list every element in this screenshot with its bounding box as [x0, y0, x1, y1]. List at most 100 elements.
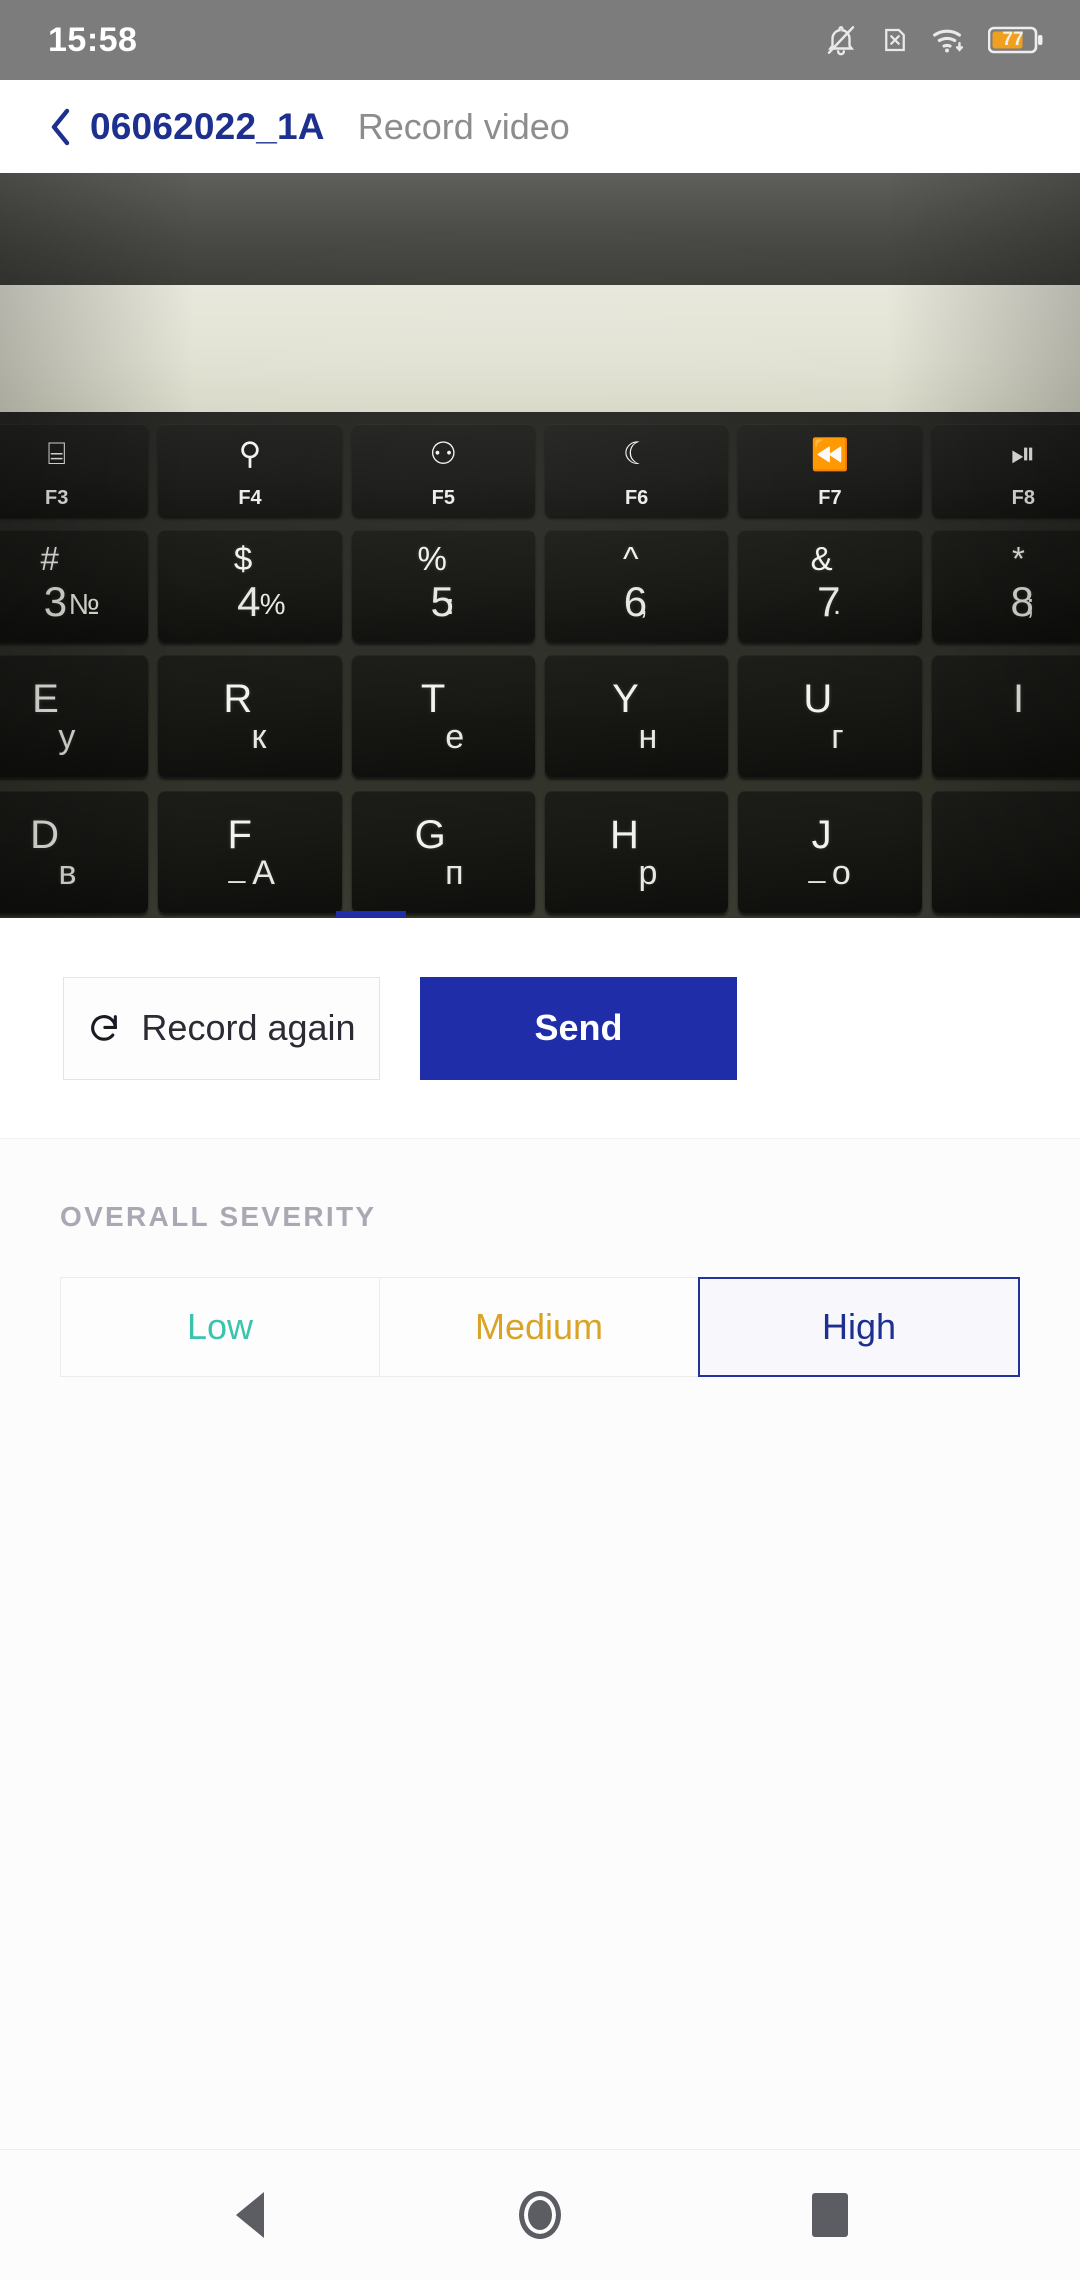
severity-option-low-label: Low — [186, 1306, 254, 1347]
keyboard-key: ^ 6, — [544, 530, 729, 642]
keyboard-key: Dв — [0, 791, 149, 913]
app-root: 15:58 77 06062022_1A Record video ⌸ F3 ⚲… — [0, 0, 1080, 2280]
keyboard-key: #3 № — [0, 530, 149, 642]
keyboard-qwerty-row: Eу Rк Tе Yн Uг I — [0, 655, 1080, 777]
keyboard-key-number: 4 — [237, 578, 261, 625]
keyboard-key-cyrillic: е — [445, 718, 465, 756]
laptop-lid-light — [0, 285, 1080, 412]
keyboard-body: ⌸ F3 ⚲ F4 ⚇ F5 ☾ F6 ⏪ F7 ⏯ F8 #3 № $4%% 5: ^ 6, & 7. * 8; Eу… — [0, 412, 1080, 918]
keyboard-key: ☾ F6 — [544, 424, 729, 516]
record-again-button[interactable]: Record again — [63, 976, 380, 1080]
keyboard-key-alt: : — [446, 589, 455, 621]
keyboard-key-latin: Y — [612, 677, 639, 721]
keyboard-key-fn-label: F5 — [431, 487, 455, 509]
sim-card-disabled-icon — [880, 25, 910, 55]
keyboard-key-fn-label: F7 — [818, 487, 842, 509]
moon-icon: ☾ — [622, 436, 651, 471]
keyboard-key: Gп — [351, 791, 535, 913]
keyboard-key-latin: H — [610, 813, 639, 857]
keyboard-key: I — [931, 655, 1080, 777]
keyboard-key-latin: G — [414, 813, 446, 857]
severity-option-high[interactable]: High — [698, 1277, 1020, 1377]
keyboard-key: Jо _ — [738, 791, 922, 913]
wifi-icon — [932, 25, 966, 55]
page-title[interactable]: 06062022_1A — [90, 106, 325, 148]
severity-option-medium[interactable]: Medium — [379, 1277, 698, 1377]
keyboard-key: ⌸ F3 — [0, 424, 149, 516]
battery-level-text: 77 — [1002, 29, 1024, 50]
keyboard-key-alt: . — [833, 589, 842, 621]
page-subtitle: Record video — [357, 105, 570, 147]
laptop-lid-dark — [0, 173, 1080, 285]
severity-option-low[interactable]: Low — [60, 1277, 379, 1377]
keyboard-function-row: ⌸ F3 ⚲ F4 ⚇ F5 ☾ F6 ⏪ F7 ⏯ F8 — [0, 424, 1080, 516]
keyboard-key-symbol: ^ — [623, 540, 639, 577]
keyboard-key-symbol: # — [40, 540, 59, 577]
play-icon[interactable] — [336, 911, 406, 918]
keyboard-key-cyrillic: к — [251, 718, 267, 756]
keyboard-key-underscore: _ — [808, 851, 826, 884]
battery-icon: 77 — [988, 25, 1044, 55]
home-circle — [519, 2191, 561, 2239]
search-icon: ⚲ — [238, 436, 262, 471]
record-again-label: Record again — [141, 1007, 356, 1048]
keyboard-key: % 5: — [351, 530, 535, 642]
keyboard-key-symbol: * — [1011, 540, 1025, 577]
keyboard-key-cyrillic: в — [58, 854, 77, 892]
keyboard-key-cyrillic: г — [831, 718, 844, 756]
keyboard-key-underscore: _ — [228, 851, 246, 884]
keyboard-key-symbol: % — [417, 540, 447, 577]
keyboard-key-latin: I — [1013, 677, 1025, 721]
severity-selector: Low Medium High — [60, 1277, 1020, 1377]
keyboard-key-fn-label: F4 — [238, 487, 262, 509]
keyboard-key-latin: R — [223, 677, 253, 721]
keyboard-key-cyrillic: н — [638, 718, 658, 756]
keyboard-key: F А _ — [158, 791, 342, 913]
status-bar-icons: 77 — [824, 23, 1044, 57]
keyboard-key-alt: № — [68, 589, 100, 621]
keyboard-key-symbol: $ — [233, 540, 253, 577]
video-preview[interactable]: ⌸ F3 ⚲ F4 ⚇ F5 ☾ F6 ⏪ F7 ⏯ F8 #3 № $4%% 5: ^ 6, & 7. * 8; Eу… — [0, 173, 1080, 918]
severity-section: OVERALL SEVERITY Low Medium High — [0, 1139, 1080, 2149]
keyboard-key — [931, 791, 1080, 913]
keyboard-key: ⏪ F7 — [738, 424, 922, 516]
recents-square — [812, 2193, 848, 2237]
keyboard-number-row: #3 № $4%% 5: ^ 6, & 7. * 8; — [0, 530, 1080, 642]
keyboard-key: * 8; — [931, 530, 1080, 642]
keyboard-key: ⚇ F5 — [351, 424, 535, 516]
keyboard-key-cyrillic: п — [445, 854, 464, 892]
action-bar: Record again Send — [0, 918, 1080, 1138]
refresh-icon — [87, 1011, 121, 1045]
send-button[interactable]: Send — [420, 976, 737, 1080]
square-recents-icon[interactable] — [785, 2170, 875, 2260]
keyboard-key-number: 3 — [43, 578, 68, 625]
circle-home-icon[interactable] — [495, 2170, 585, 2260]
severity-option-high-label: High — [821, 1306, 897, 1347]
mission-control-icon: ⌸ — [47, 436, 66, 471]
keyboard-key: Hр — [544, 791, 729, 913]
keyboard-key-alt: ; — [1026, 589, 1035, 621]
keyboard-key-cyrillic: р — [638, 854, 658, 892]
keyboard-key-alt: , — [639, 589, 648, 621]
status-bar: 15:58 77 — [0, 0, 1080, 80]
keyboard-key-latin: E — [32, 677, 59, 721]
keyboard-key-fn-label: F3 — [44, 487, 69, 509]
rewind-icon: ⏪ — [810, 437, 850, 472]
keyboard-key: ⏯ F8 — [931, 424, 1080, 516]
keyboard-key: Eу — [0, 655, 149, 777]
keyboard-key-cyrillic: у — [58, 718, 76, 756]
severity-section-label: OVERALL SEVERITY — [60, 1201, 377, 1232]
android-navigation-bar — [0, 2150, 1080, 2280]
keyboard-key-latin: T — [420, 677, 446, 721]
severity-option-medium-label: Medium — [474, 1306, 604, 1347]
microphone-icon: ⚇ — [429, 436, 458, 471]
chevron-left-icon[interactable] — [46, 107, 76, 147]
bell-muted-icon — [824, 23, 858, 57]
triangle-back-icon[interactable] — [205, 2170, 295, 2260]
keyboard-key-latin: U — [803, 677, 833, 721]
keyboard-home-row: Dв F А _ Gп Hр Jо _ — [0, 791, 1080, 913]
keyboard-key: $4% — [158, 530, 342, 642]
keyboard-key-latin: D — [30, 813, 59, 857]
keyboard-key: Uг — [738, 655, 922, 777]
keyboard-key: & 7. — [738, 530, 922, 642]
